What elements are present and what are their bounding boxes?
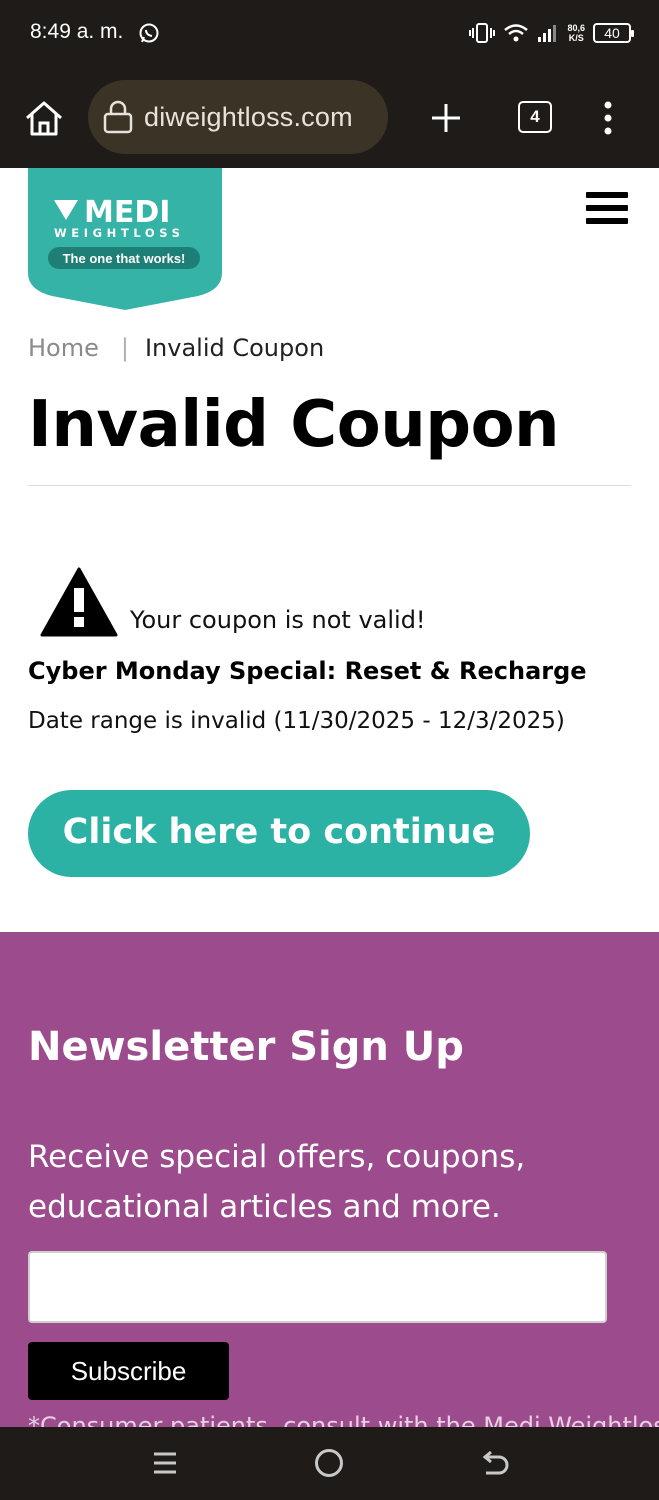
newsletter-description: Receive special offers, coupons, educati… bbox=[28, 1139, 526, 1225]
continue-button[interactable]: Click here to continue bbox=[28, 790, 530, 877]
medi-weightloss-logo[interactable]: MEDI WEIGHTLOSS The one that works! bbox=[28, 168, 222, 310]
date-range-message: Date range is invalid (11/30/2025 - 12/3… bbox=[28, 708, 565, 734]
breadcrumb-home-link[interactable]: Home bbox=[28, 334, 99, 362]
newsletter-title: Newsletter Sign Up bbox=[28, 1024, 464, 1070]
subscribe-button[interactable]: Subscribe bbox=[28, 1342, 229, 1400]
nav-home-icon[interactable] bbox=[315, 1449, 343, 1477]
logo-sub: WEIGHTLOSS bbox=[54, 226, 184, 240]
browser-toolbar: diweightloss.com 4 bbox=[0, 66, 659, 168]
newsletter-section: Newsletter Sign Up Receive special offer… bbox=[0, 932, 659, 1427]
whatsapp-icon bbox=[139, 23, 159, 43]
wifi-icon bbox=[504, 24, 529, 42]
net-speed: 80,6 K/S bbox=[567, 23, 585, 43]
status-icons: 80,6 K/S 40 bbox=[469, 18, 634, 48]
breadcrumb-current: Invalid Coupon bbox=[144, 334, 325, 362]
warning-message: Your coupon is not valid! bbox=[130, 606, 426, 634]
battery-level: 40 bbox=[604, 25, 620, 41]
logo-brand: MEDI bbox=[84, 195, 170, 230]
status-bar: 8:49 a. m. 80,6 K/S 40 bbox=[0, 0, 659, 66]
page-title: Invalid Coupon bbox=[28, 388, 560, 462]
coupon-name: Cyber Monday Special: Reset & Recharge bbox=[28, 657, 587, 685]
net-speed-value: 80,6 bbox=[567, 23, 585, 33]
status-time: 8:49 a. m. bbox=[30, 20, 124, 43]
recents-icon[interactable] bbox=[152, 1451, 178, 1475]
lock-icon[interactable] bbox=[102, 100, 134, 134]
tab-count: 4 bbox=[530, 107, 540, 126]
breadcrumb: Home | Invalid Coupon bbox=[28, 334, 324, 362]
new-tab-icon[interactable] bbox=[428, 100, 464, 136]
signal-icon bbox=[538, 25, 557, 42]
warning-icon bbox=[40, 567, 118, 637]
system-nav-bar bbox=[0, 1427, 659, 1500]
back-icon[interactable] bbox=[480, 1449, 510, 1477]
breadcrumb-separator: | bbox=[120, 334, 129, 362]
battery-icon: 40 bbox=[593, 23, 634, 43]
newsletter-email-input[interactable] bbox=[28, 1251, 607, 1323]
url-bar[interactable]: diweightloss.com bbox=[88, 80, 388, 154]
more-options-icon[interactable] bbox=[598, 100, 618, 136]
tab-switcher-button[interactable]: 4 bbox=[518, 101, 552, 133]
title-divider bbox=[28, 485, 631, 486]
url-text[interactable]: diweightloss.com bbox=[144, 102, 353, 133]
home-icon[interactable] bbox=[22, 98, 66, 138]
logo-tagline: The one that works! bbox=[63, 251, 186, 266]
vibrate-icon bbox=[469, 23, 496, 43]
net-speed-unit: K/S bbox=[568, 33, 584, 43]
newsletter-disclaimer: *Consumer patients, consult with the Med… bbox=[28, 1412, 659, 1427]
hamburger-menu-icon[interactable] bbox=[586, 192, 628, 226]
